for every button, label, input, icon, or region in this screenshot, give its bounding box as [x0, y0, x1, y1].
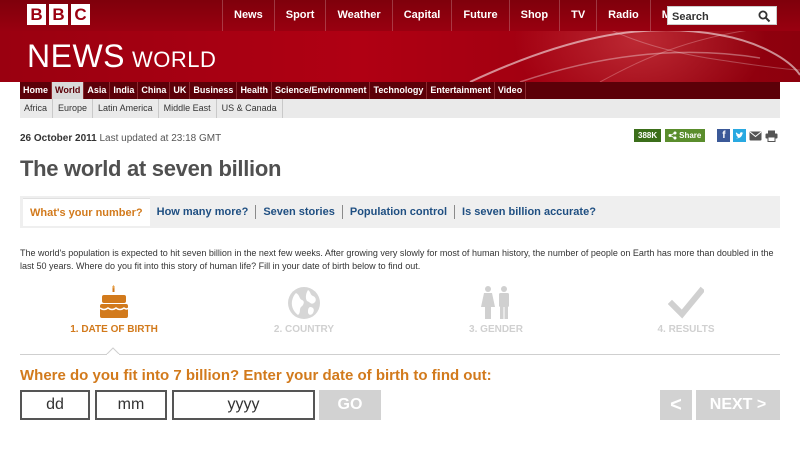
subnav-latin-america[interactable]: Latin America — [93, 99, 159, 118]
search-icon[interactable] — [758, 10, 771, 23]
secnav-entertainment[interactable]: Entertainment — [427, 82, 495, 99]
subnav-europe[interactable]: Europe — [53, 99, 94, 118]
secnav-technology[interactable]: Technology — [370, 82, 428, 99]
email-icon[interactable] — [749, 131, 762, 141]
subnav-africa[interactable]: Africa — [20, 99, 54, 118]
previous-button[interactable]: < — [660, 390, 692, 420]
secnav-home[interactable]: Home — [20, 82, 53, 99]
step-label: 4. RESULTS — [657, 324, 715, 335]
topnav-future[interactable]: Future — [451, 0, 508, 31]
topnav-tv[interactable]: TV — [559, 0, 596, 31]
logo-letter: B — [27, 4, 46, 25]
secnav-world[interactable]: World — [52, 82, 85, 99]
topnav-sport[interactable]: Sport — [273, 0, 326, 31]
step-label: 3. GENDER — [469, 324, 523, 335]
article-date: 26 October 2011 — [20, 133, 97, 144]
next-button[interactable]: NEXT > — [696, 390, 780, 420]
site-title-news: NEWS — [27, 38, 125, 74]
share-tools: 388K Share f — [634, 129, 778, 142]
active-step-pointer — [106, 347, 120, 355]
subnav-middle-east[interactable]: Middle East — [159, 99, 217, 118]
gender-icon — [481, 286, 509, 319]
month-field — [95, 390, 167, 420]
search-box — [667, 6, 777, 26]
share-button-label: Share — [679, 131, 702, 140]
facebook-icon[interactable]: f — [717, 129, 731, 142]
share-icon — [668, 131, 677, 140]
share-button[interactable]: Share — [665, 129, 706, 142]
birthday-cake-icon — [99, 285, 129, 318]
secnav-india[interactable]: India — [110, 82, 139, 99]
tab-how-many-more[interactable]: How many more? — [150, 196, 256, 228]
logo-letter: C — [71, 4, 90, 25]
secnav-uk[interactable]: UK — [170, 82, 191, 99]
year-input[interactable] — [174, 392, 313, 418]
site-title-world: WORLD — [132, 47, 217, 72]
share-icons: f — [717, 129, 778, 142]
secnav-business[interactable]: Business — [190, 82, 238, 99]
site-title[interactable]: NEWS WORLD — [27, 38, 216, 75]
checkmark-icon — [668, 286, 704, 319]
step-label: 1. DATE OF BIRTH — [70, 324, 158, 335]
share-count: 388K — [634, 129, 662, 142]
masthead: B B C News Sport Weather Capital Future … — [0, 0, 800, 82]
topnav-radio[interactable]: Radio — [596, 0, 650, 31]
secnav-china[interactable]: China — [138, 82, 171, 99]
go-button[interactable]: GO — [319, 390, 381, 420]
secnav-health[interactable]: Health — [237, 82, 272, 99]
day-field — [20, 390, 90, 420]
section-navigation: Home World Asia India China UK Business … — [20, 82, 780, 99]
top-navigation: News Sport Weather Capital Future Shop T… — [222, 0, 710, 31]
secnav-video[interactable]: Video — [495, 82, 527, 99]
logo-letter: B — [49, 4, 68, 25]
topnav-news[interactable]: News — [222, 0, 274, 31]
sub-navigation: Africa Europe Latin America Middle East … — [20, 99, 780, 118]
article-updated: Last updated at 23:18 GMT — [99, 133, 222, 144]
page-title: The world at seven billion — [20, 156, 282, 181]
bbc-logo[interactable]: B B C — [27, 4, 90, 25]
tab-bar: What's your number? How many more? Seven… — [20, 196, 780, 228]
day-input[interactable] — [22, 392, 88, 418]
tab-seven-stories[interactable]: Seven stories — [256, 196, 342, 228]
tab-population-control[interactable]: Population control — [343, 196, 454, 228]
form-question: Where do you fit into 7 billion? Enter y… — [20, 367, 492, 384]
intro-text: The world's population is expected to hi… — [20, 248, 774, 271]
year-field — [172, 390, 315, 420]
topnav-capital[interactable]: Capital — [391, 0, 452, 31]
topnav-weather[interactable]: Weather — [325, 0, 391, 31]
step-label: 2. COUNTRY — [273, 324, 335, 335]
month-input[interactable] — [97, 392, 165, 418]
step-divider — [20, 354, 780, 355]
dateline: 26 October 2011 Last updated at 23:18 GM… — [20, 133, 221, 144]
tab-whats-your-number[interactable]: What's your number? — [23, 198, 150, 226]
topnav-shop[interactable]: Shop — [508, 0, 560, 31]
globe-icon — [288, 287, 320, 319]
print-icon[interactable] — [765, 130, 778, 142]
tab-is-seven-billion-accurate[interactable]: Is seven billion accurate? — [455, 196, 603, 228]
secnav-asia[interactable]: Asia — [84, 82, 111, 99]
subnav-us-canada[interactable]: US & Canada — [217, 99, 283, 118]
secnav-science-environment[interactable]: Science/Environment — [272, 82, 371, 99]
search-input[interactable] — [668, 8, 754, 26]
twitter-icon[interactable] — [733, 129, 747, 142]
